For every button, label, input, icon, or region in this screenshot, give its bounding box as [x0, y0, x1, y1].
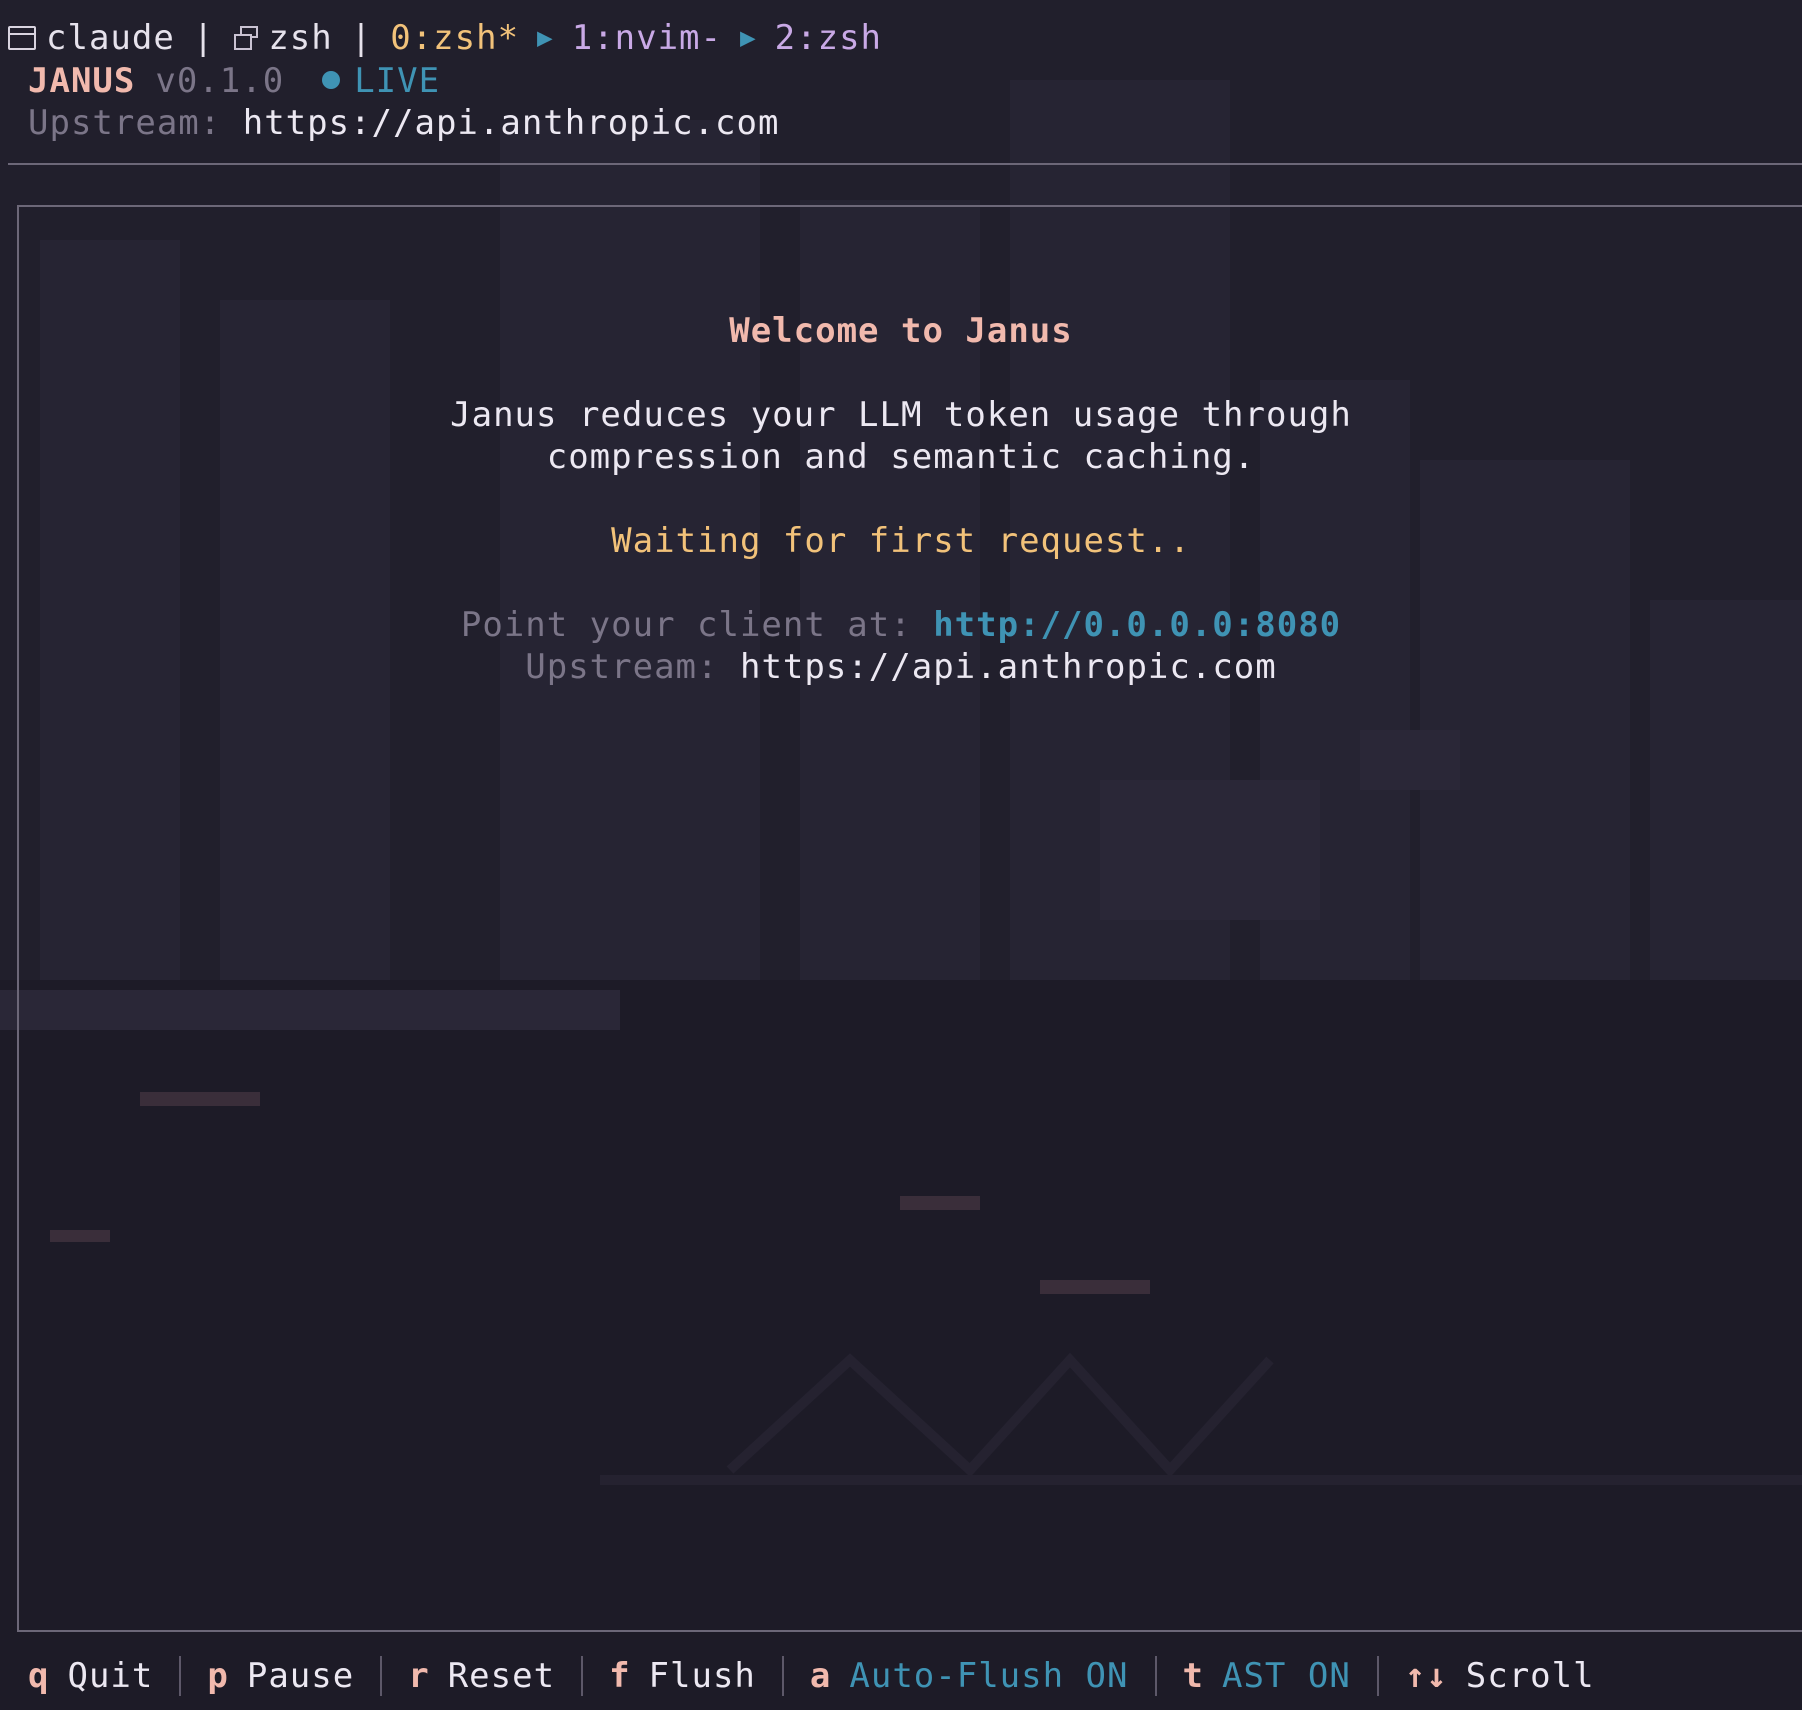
header-divider [8, 163, 1802, 165]
app-brand: JANUS [28, 61, 136, 101]
tmux-window-0[interactable]: 0:zsh* [390, 16, 519, 60]
footer-divider [781, 1656, 784, 1696]
keybind-label: Flush [648, 1656, 756, 1696]
key-p: p [207, 1656, 229, 1696]
app-version: v0.1.0 [155, 61, 285, 101]
welcome-description-line2: compression and semantic caching. [546, 437, 1256, 477]
keybind-label: Scroll [1465, 1656, 1595, 1696]
tmux-window-zsh[interactable]: zsh [268, 16, 332, 60]
header-upstream: Upstream: https://api.anthropic.com [28, 102, 779, 144]
footer-divider [1154, 1656, 1157, 1696]
keybind-reset[interactable]: r Reset [408, 1652, 555, 1700]
keybind-scroll[interactable]: ↑↓ Scroll [1405, 1652, 1595, 1700]
live-status-dot-icon [322, 70, 341, 89]
keybind-label: Reset [447, 1656, 556, 1696]
tmux-separator: | [192, 18, 215, 58]
tmux-separator: | [350, 18, 373, 58]
client-endpoint-line: Point your client at: http://0.0.0.0:808… [0, 604, 1802, 646]
panes-icon [232, 24, 260, 52]
key-a: a [809, 1656, 832, 1696]
footer-divider [1376, 1656, 1379, 1696]
keybind-quit[interactable]: q Quit [28, 1652, 153, 1700]
triangle-right-icon: ▶ [537, 23, 554, 53]
footer-divider [380, 1656, 383, 1696]
key-r: r [408, 1656, 430, 1696]
keybind-pause[interactable]: p Pause [207, 1652, 354, 1700]
welcome-description-line1: Janus reduces your LLM token usage throu… [450, 395, 1352, 435]
triangle-right-icon: ▶ [740, 23, 757, 53]
keybind-label: Pause [246, 1656, 355, 1696]
key-f: f [609, 1656, 631, 1696]
keybind-label: Quit [67, 1656, 154, 1696]
proxy-url-link[interactable]: http://0.0.0.0:8080 [933, 605, 1341, 645]
key-q: q [28, 1656, 50, 1696]
footer-divider [179, 1656, 182, 1696]
live-status: LIVE [354, 61, 441, 101]
tmux-session-name: claude [46, 18, 175, 58]
tmux-status-bar: claude | zsh | 0:zsh* ▶ 1:nvim- ▶ 2:zsh [8, 16, 882, 60]
keybind-flush[interactable]: f Flush [609, 1652, 756, 1700]
welcome-upstream-label: Upstream: [525, 647, 719, 687]
keybind-label: Auto-Flush ON [849, 1656, 1129, 1696]
upstream-label: Upstream: [28, 103, 222, 143]
key-t: t [1182, 1656, 1204, 1696]
welcome-title: Welcome to Janus [729, 311, 1073, 351]
tmux-window-2[interactable]: 2:zsh [775, 16, 882, 60]
tmux-window-1[interactable]: 1:nvim- [572, 16, 722, 60]
welcome-upstream-line: Upstream: https://api.anthropic.com [0, 646, 1802, 688]
scroll-arrows-icon: ↑↓ [1404, 1656, 1448, 1696]
keybinding-bar: q Quit p Pause r Reset f Flush a Auto-Flush O… [28, 1652, 1595, 1700]
footer-divider [581, 1656, 584, 1696]
welcome-upstream-url: https://api.anthropic.com [739, 647, 1277, 687]
keybind-auto-flush[interactable]: a Auto-Flush ON [810, 1652, 1129, 1700]
window-icon [8, 26, 36, 50]
app-header: JANUS v0.1.0 LIVE [28, 60, 440, 102]
point-label: Point your client at: [460, 605, 912, 645]
waiting-status: Waiting for first request.. [611, 521, 1191, 561]
keybind-label: AST ON [1221, 1656, 1351, 1696]
keybind-ast[interactable]: t AST ON [1183, 1652, 1351, 1700]
upstream-url: https://api.anthropic.com [242, 103, 780, 143]
